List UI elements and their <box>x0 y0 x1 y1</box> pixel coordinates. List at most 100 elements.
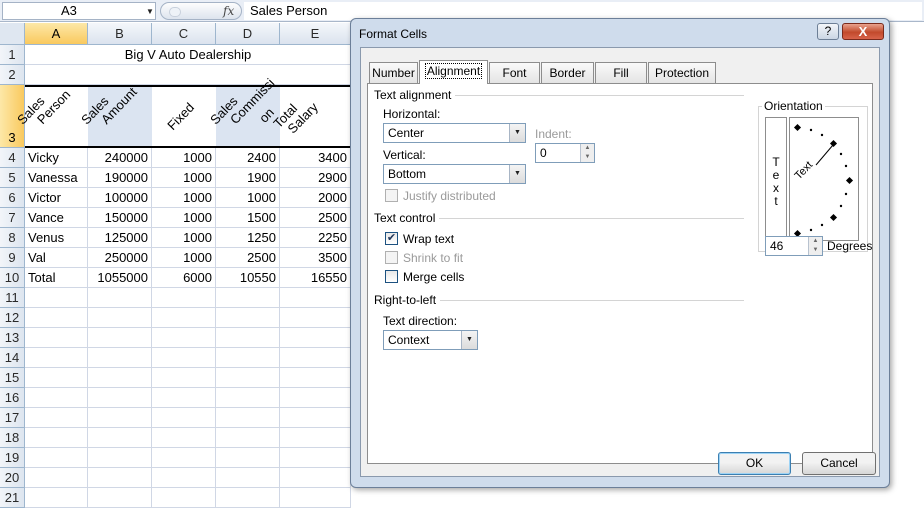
empty-cell[interactable] <box>152 348 216 368</box>
vertical-text-toggle[interactable]: T e x t <box>765 117 787 241</box>
empty-cell[interactable] <box>152 428 216 448</box>
insert-function-button[interactable]: fx <box>223 3 234 19</box>
table-cell[interactable]: 2250 <box>280 228 351 248</box>
table-cell[interactable]: 240000 <box>88 148 152 168</box>
row-header-16[interactable]: 16 <box>0 388 25 408</box>
table-cell[interactable]: 2000 <box>280 188 351 208</box>
empty-cell[interactable] <box>280 448 351 468</box>
row-header-5[interactable]: 5 <box>0 168 25 188</box>
help-button[interactable]: ? <box>817 23 839 40</box>
table-cell[interactable]: Vance <box>25 208 88 228</box>
table-cell[interactable]: 16550 <box>280 268 351 288</box>
chevron-down-icon[interactable]: ▼ <box>509 124 525 142</box>
empty-cell[interactable] <box>25 488 88 508</box>
header-fixed[interactable]: Fixed <box>164 100 197 133</box>
horizontal-select[interactable]: Center ▼ <box>383 123 526 143</box>
tab-font[interactable]: Font <box>489 62 540 83</box>
empty-cell[interactable] <box>88 488 152 508</box>
empty-cell[interactable] <box>216 468 280 488</box>
tab-fill[interactable]: Fill <box>595 62 647 83</box>
row-header-2[interactable]: 2 <box>0 65 25 85</box>
empty-cell[interactable] <box>25 368 88 388</box>
merge-cells-checkbox[interactable] <box>385 270 398 283</box>
row-header-6[interactable]: 6 <box>0 188 25 208</box>
empty-cell[interactable] <box>152 468 216 488</box>
table-cell[interactable]: Venus <box>25 228 88 248</box>
empty-cell[interactable] <box>280 388 351 408</box>
close-button[interactable]: X <box>842 23 884 40</box>
empty-cell[interactable] <box>280 348 351 368</box>
empty-cell[interactable] <box>216 308 280 328</box>
table-cell[interactable]: 2500 <box>280 208 351 228</box>
table-cell[interactable]: 1000 <box>152 168 216 188</box>
empty-cell[interactable] <box>88 428 152 448</box>
empty-cell[interactable] <box>88 328 152 348</box>
empty-cell[interactable] <box>216 388 280 408</box>
table-cell[interactable]: 100000 <box>88 188 152 208</box>
table-cell[interactable]: 2500 <box>216 248 280 268</box>
shrink-to-fit-checkbox[interactable] <box>385 251 398 264</box>
empty-cell[interactable] <box>25 328 88 348</box>
sheet-title-cell[interactable]: Big V Auto Dealership <box>25 45 351 65</box>
table-cell[interactable]: 3500 <box>280 248 351 268</box>
row-header-12[interactable]: 12 <box>0 308 25 328</box>
table-cell[interactable]: 2400 <box>216 148 280 168</box>
table-cell[interactable]: 1250 <box>216 228 280 248</box>
table-cell[interactable]: 10550 <box>216 268 280 288</box>
row-header-19[interactable]: 19 <box>0 448 25 468</box>
table-cell[interactable]: 2900 <box>280 168 351 188</box>
justify-distributed-checkbox[interactable] <box>385 189 398 202</box>
table-cell[interactable]: 1500 <box>216 208 280 228</box>
empty-cell[interactable] <box>25 428 88 448</box>
text-direction-select[interactable]: Context ▼ <box>383 330 478 350</box>
empty-cell[interactable] <box>216 428 280 448</box>
table-cell[interactable]: 190000 <box>88 168 152 188</box>
empty-cell[interactable] <box>152 308 216 328</box>
tab-number[interactable]: Number <box>369 62 418 83</box>
empty-cell[interactable] <box>216 328 280 348</box>
empty-cell[interactable] <box>152 368 216 388</box>
resize-handle-icon[interactable] <box>169 7 181 17</box>
empty-cell[interactable] <box>280 308 351 328</box>
row-header-15[interactable]: 15 <box>0 368 25 388</box>
table-cell[interactable]: Vicky <box>25 148 88 168</box>
table-cell[interactable]: 125000 <box>88 228 152 248</box>
tab-border[interactable]: Border <box>541 62 594 83</box>
column-header-e[interactable]: E <box>280 23 351 45</box>
chevron-down-icon[interactable]: ▼ <box>461 331 477 349</box>
table-cell[interactable]: 1900 <box>216 168 280 188</box>
empty-cell[interactable] <box>88 388 152 408</box>
table-cell[interactable]: 1000 <box>152 228 216 248</box>
empty-cell[interactable] <box>152 328 216 348</box>
spin-arrows-icon[interactable]: ▲ ▼ <box>808 237 822 255</box>
header-row[interactable]: Sales Person Sales Amount Fixed Sales Commi… <box>14 75 351 148</box>
column-header-b[interactable]: B <box>88 23 152 45</box>
table-cell[interactable]: 1000 <box>152 248 216 268</box>
row-header-18[interactable]: 18 <box>0 428 25 448</box>
row-header-8[interactable]: 8 <box>0 228 25 248</box>
column-header-a[interactable]: A <box>25 23 88 45</box>
empty-cell[interactable] <box>280 288 351 308</box>
empty-cell[interactable] <box>25 468 88 488</box>
column-header-d[interactable]: D <box>216 23 280 45</box>
empty-cell[interactable] <box>280 428 351 448</box>
empty-cell[interactable] <box>88 308 152 328</box>
empty-cell[interactable] <box>280 328 351 348</box>
row-header-13[interactable]: 13 <box>0 328 25 348</box>
select-all-corner[interactable] <box>0 23 25 45</box>
empty-cell[interactable] <box>152 288 216 308</box>
empty-cell[interactable] <box>25 308 88 328</box>
empty-cell[interactable] <box>152 408 216 428</box>
table-cell[interactable]: Val <box>25 248 88 268</box>
empty-cell[interactable] <box>280 468 351 488</box>
chevron-down-icon[interactable]: ▼ <box>509 165 525 183</box>
tab-protection[interactable]: Protection <box>648 62 716 83</box>
table-cell[interactable]: 1055000 <box>88 268 152 288</box>
empty-cell[interactable] <box>25 348 88 368</box>
indent-spinner[interactable]: 0 ▲ ▼ <box>535 143 595 163</box>
row-header-7[interactable]: 7 <box>0 208 25 228</box>
table-cell[interactable]: 250000 <box>88 248 152 268</box>
table-cell[interactable]: 3400 <box>280 148 351 168</box>
empty-cell[interactable] <box>280 488 351 508</box>
row-header-11[interactable]: 11 <box>0 288 25 308</box>
